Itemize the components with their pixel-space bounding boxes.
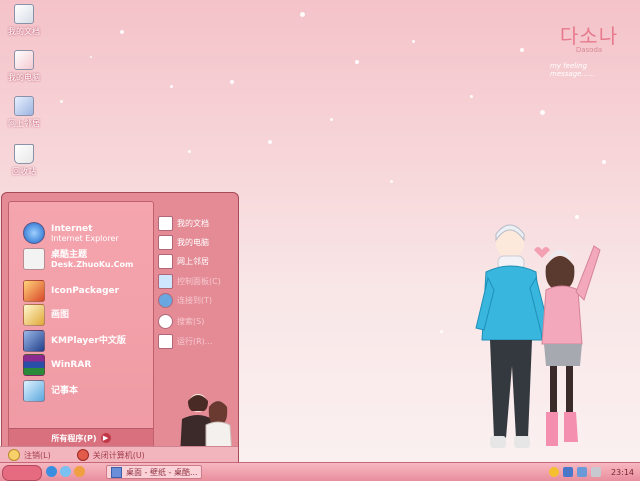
- shutdown-button[interactable]: 关闭计算机(U): [76, 449, 145, 461]
- paint-icon: [23, 304, 45, 326]
- quicklaunch-media-icon[interactable]: [74, 466, 85, 477]
- quicklaunch-desktop-icon[interactable]: [60, 466, 71, 477]
- start-item-title: KMPlayer中文版: [51, 336, 126, 346]
- places-item-label: 搜索(S): [177, 316, 205, 326]
- places-item-label: 我的文档: [177, 218, 209, 228]
- zhuoku-theme-icon: [23, 248, 45, 270]
- my-computer-icon: [158, 234, 173, 250]
- couple-illustration: [475, 224, 601, 448]
- system-tray: 23:14: [546, 463, 640, 481]
- start-item-title: 桌酷主题: [51, 249, 88, 260]
- start-item-subtitle: Internet Explorer: [51, 233, 119, 243]
- start-item-paint[interactable]: 画图: [23, 304, 69, 326]
- all-programs-button[interactable]: 所有程序(P) ▶: [9, 428, 153, 447]
- shutdown-label: 关闭计算机(U): [92, 450, 145, 460]
- quicklaunch-ie-icon[interactable]: [46, 466, 57, 477]
- start-menu: Internet Internet Explorer 桌酷主题 Desk.Zhu…: [1, 192, 239, 464]
- logo-korean: 다소나: [559, 24, 619, 48]
- places-item-control-panel[interactable]: 控制面板(C): [158, 273, 221, 289]
- places-item-label: 运行(R)...: [177, 336, 213, 346]
- start-item-subtitle: Desk.ZhuoKu.Com: [51, 259, 134, 269]
- logoff-label: 注销(L): [24, 450, 51, 460]
- taskbar: 桌面 - 壁纸 - 桌酷... 23:14: [0, 462, 640, 481]
- places-item-run[interactable]: 运行(R)...: [158, 333, 212, 349]
- my-documents-icon: [14, 4, 34, 24]
- logo-message: my feeling message......: [550, 62, 595, 78]
- internet-explorer-icon: [23, 222, 45, 244]
- start-item-title: 画图: [51, 310, 70, 320]
- network-tray-icon[interactable]: [576, 467, 587, 477]
- clock: 23:14: [610, 467, 634, 477]
- start-item-winrar[interactable]: WinRAR: [23, 354, 91, 376]
- desktop-icon-recycle-bin[interactable]: 回收站: [4, 144, 44, 177]
- my-documents-icon: [158, 215, 173, 231]
- places-item-label: 控制面板(C): [177, 276, 221, 286]
- places-item-label: 连接到(T): [177, 295, 213, 305]
- desktop-icon-network-places[interactable]: 网上邻居: [4, 96, 44, 129]
- desktop-icon-label: 我的电脑: [8, 73, 40, 82]
- start-menu-programs-pane: Internet Internet Explorer 桌酷主题 Desk.Zhu…: [8, 201, 154, 448]
- power-icon: [76, 449, 89, 461]
- kmplayer-icon: [23, 330, 45, 352]
- start-item-title: 记事本: [51, 386, 79, 396]
- desktop-icon-label: 回收站: [12, 167, 36, 176]
- desktop-icon-label: 网上邻居: [8, 119, 40, 128]
- start-item-title: WinRAR: [51, 360, 92, 370]
- start-item-zhuoku[interactable]: 桌酷主题 Desk.ZhuoKu.Com: [23, 248, 133, 270]
- star-icon[interactable]: [548, 467, 559, 477]
- iconpackager-icon: [23, 280, 45, 302]
- start-item-notepad[interactable]: 记事本: [23, 380, 78, 402]
- desktop-icon-my-computer[interactable]: 我的电脑: [4, 50, 44, 83]
- control-panel-icon: [158, 273, 173, 289]
- logoff-button[interactable]: 注销(L): [8, 449, 51, 461]
- arrow-right-icon: ▶: [100, 433, 111, 443]
- start-item-kmplayer[interactable]: KMPlayer中文版: [23, 330, 126, 352]
- recycle-bin-icon: [14, 144, 34, 164]
- places-item-my-computer[interactable]: 我的电脑: [158, 234, 209, 250]
- desktop-icon-my-documents[interactable]: 我的文档: [4, 4, 44, 37]
- run-icon: [158, 333, 173, 349]
- start-item-title: IconPackager: [51, 286, 120, 296]
- start-menu-bottom-bar: 注销(L) 关闭计算机(U): [0, 446, 238, 463]
- places-item-label: 我的电脑: [177, 237, 209, 247]
- notepad-icon: [23, 380, 45, 402]
- places-item-network[interactable]: 网上邻居: [158, 253, 209, 269]
- places-item-connect-to[interactable]: 连接到(T): [158, 292, 212, 308]
- tray-app-icon[interactable]: [562, 467, 573, 477]
- taskbar-window-button[interactable]: 桌面 - 壁纸 - 桌酷...: [106, 465, 202, 479]
- desktop-icon-label: 我的文档: [8, 27, 40, 36]
- taskbar-window-label: 桌面 - 壁纸 - 桌酷...: [126, 467, 198, 477]
- start-item-title: Internet: [51, 223, 93, 234]
- network-places-icon: [14, 96, 34, 116]
- globe-icon: [158, 292, 173, 308]
- places-item-search[interactable]: 搜索(S): [158, 313, 204, 329]
- volume-icon[interactable]: [590, 467, 601, 477]
- start-button[interactable]: [2, 465, 42, 481]
- all-programs-label: 所有程序(P): [51, 433, 97, 443]
- winrar-icon: [23, 354, 45, 376]
- network-places-icon: [158, 253, 173, 269]
- search-icon: [158, 313, 173, 329]
- my-computer-icon: [14, 50, 34, 70]
- places-item-label: 网上邻居: [177, 256, 209, 266]
- wallpaper-logo: 다소나 Dasoda my feeling message......: [548, 20, 630, 78]
- start-item-internet[interactable]: Internet Internet Explorer: [23, 222, 119, 244]
- start-item-iconpackager[interactable]: IconPackager: [23, 280, 119, 302]
- window-icon: [111, 466, 122, 478]
- key-icon: [8, 449, 20, 461]
- places-item-my-documents[interactable]: 我的文档: [158, 215, 209, 231]
